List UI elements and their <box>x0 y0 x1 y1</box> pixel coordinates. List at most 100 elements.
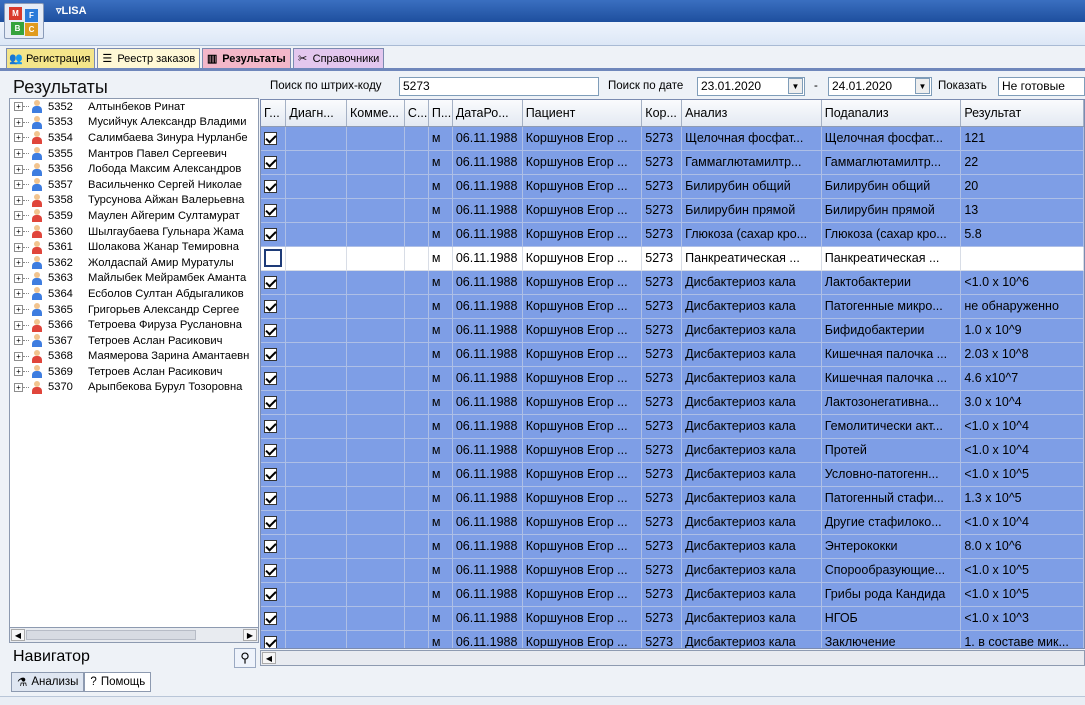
cell-code[interactable]: 5273 <box>641 462 683 487</box>
tree-horizontal-scrollbar[interactable]: ◀ ▶ <box>9 627 259 643</box>
cell-patient[interactable]: Коршунов Егор ... <box>522 582 643 607</box>
cell-empty[interactable] <box>346 366 405 391</box>
cell-analysis[interactable]: Щелочная фосфат... <box>681 126 822 151</box>
scroll-left-icon[interactable]: ◀ <box>11 629 25 641</box>
cell-patient[interactable]: Коршунов Егор ... <box>522 462 643 487</box>
cell-patient[interactable]: Коршунов Егор ... <box>522 414 643 439</box>
cell-empty[interactable] <box>346 318 405 343</box>
cell-empty[interactable] <box>285 150 348 175</box>
cell-empty[interactable] <box>285 510 348 535</box>
cell-empty[interactable] <box>404 222 429 247</box>
cell-result[interactable]: 5.8 <box>960 222 1084 247</box>
cell-dob[interactable]: 06.11.1988 <box>452 606 523 631</box>
cell-code[interactable]: 5273 <box>641 366 683 391</box>
column-header[interactable]: Кор... <box>641 100 683 127</box>
cell-sub[interactable]: Спорообразующие... <box>821 558 962 583</box>
cell-result[interactable]: 1.3 x 10^5 <box>960 486 1084 511</box>
cell-dob[interactable]: 06.11.1988 <box>452 294 523 319</box>
column-header[interactable]: Г... <box>261 100 287 127</box>
app-logo-button[interactable]: MFBC <box>4 3 44 39</box>
cell-analysis[interactable]: Дисбактериоз кала <box>681 390 822 415</box>
cell-empty[interactable] <box>285 438 348 463</box>
cell-analysis[interactable]: Дисбактериоз кала <box>681 510 822 535</box>
cell-empty[interactable] <box>404 486 429 511</box>
cell-analysis[interactable]: Билирубин общий <box>681 174 822 199</box>
table-row[interactable]: м 06.11.1988 Коршунов Егор ... 5273 Дисбакте… <box>261 270 1084 295</box>
row-checkbox-cell[interactable] <box>261 126 287 151</box>
navigator-search-icon[interactable]: ⚲ <box>234 648 256 668</box>
table-row[interactable]: м 06.11.1988 Коршунов Егор ... 5273 Дисбакте… <box>261 342 1084 367</box>
cell-sub[interactable]: Кишечная палочка ... <box>821 342 962 367</box>
cell-patient[interactable]: Коршунов Егор ... <box>522 606 643 631</box>
table-row[interactable]: м 06.11.1988 Коршунов Егор ... 5273 Панкреат… <box>261 246 1084 271</box>
expand-icon[interactable]: + <box>14 258 23 268</box>
patient-tree-item[interactable]: +5362 Жолдаспай Амир Муратулы <box>10 255 258 271</box>
cell-sex[interactable]: м <box>428 198 453 223</box>
cell-code[interactable]: 5273 <box>641 438 683 463</box>
cell-empty[interactable] <box>285 126 348 151</box>
cell-empty[interactable] <box>346 174 405 199</box>
cell-empty[interactable] <box>404 438 429 463</box>
cell-dob[interactable]: 06.11.1988 <box>452 438 523 463</box>
cell-result[interactable]: 1.0 x 10^9 <box>960 318 1084 343</box>
cell-patient[interactable]: Коршунов Егор ... <box>522 270 643 295</box>
cell-patient[interactable]: Коршунов Егор ... <box>522 438 643 463</box>
row-checkbox[interactable] <box>264 324 277 338</box>
show-filter-select[interactable]: Не готовые <box>998 77 1085 96</box>
cell-sub[interactable]: Заключение <box>821 630 962 648</box>
cell-patient[interactable]: Коршунов Егор ... <box>522 630 643 648</box>
table-row[interactable]: м 06.11.1988 Коршунов Егор ... 5273 Дисбакте… <box>261 318 1084 343</box>
cell-code[interactable]: 5273 <box>641 630 683 648</box>
cell-code[interactable]: 5273 <box>641 558 683 583</box>
cell-result[interactable]: <1.0 x 10^4 <box>960 510 1084 535</box>
cell-sub[interactable]: НГОБ <box>821 606 962 631</box>
cell-sub[interactable]: Энтерококки <box>821 534 962 559</box>
column-header[interactable]: ДатаРо... <box>452 100 523 127</box>
cell-empty[interactable] <box>346 438 405 463</box>
cell-result[interactable]: 22 <box>960 150 1084 175</box>
expand-icon[interactable]: + <box>14 382 23 392</box>
cell-sub[interactable]: Панкреатическая ... <box>821 246 962 271</box>
cell-empty[interactable] <box>404 270 429 295</box>
row-checkbox[interactable] <box>264 612 277 626</box>
cell-analysis[interactable]: Дисбактериоз кала <box>681 558 822 583</box>
nav-tab-analyses[interactable]: ⚗ Анализы <box>11 672 85 692</box>
cell-empty[interactable] <box>404 510 429 535</box>
cell-sub[interactable]: Условно-патогенн... <box>821 462 962 487</box>
cell-sub[interactable]: Лактобактерии <box>821 270 962 295</box>
column-header[interactable]: Подanaлиз <box>821 100 962 127</box>
row-checkbox-cell[interactable] <box>261 414 287 439</box>
cell-empty[interactable] <box>404 174 429 199</box>
cell-code[interactable]: 5273 <box>641 246 683 271</box>
cell-empty[interactable] <box>346 414 405 439</box>
row-checkbox[interactable] <box>264 444 277 458</box>
column-header[interactable]: Результат <box>960 100 1084 127</box>
cell-empty[interactable] <box>346 534 405 559</box>
cell-dob[interactable]: 06.11.1988 <box>452 174 523 199</box>
cell-analysis[interactable]: Дисбактериоз кала <box>681 270 822 295</box>
row-checkbox[interactable] <box>264 468 277 482</box>
cell-dob[interactable]: 06.11.1988 <box>452 390 523 415</box>
table-row[interactable]: м 06.11.1988 Коршунов Егор ... 5273 Дисбакте… <box>261 438 1084 463</box>
cell-sex[interactable]: м <box>428 630 453 648</box>
cell-empty[interactable] <box>346 294 405 319</box>
cell-empty[interactable] <box>404 582 429 607</box>
cell-sex[interactable]: м <box>428 126 453 151</box>
table-row[interactable]: м 06.11.1988 Коршунов Егор ... 5273 Дисбакте… <box>261 366 1084 391</box>
cell-sex[interactable]: м <box>428 222 453 247</box>
date-to-dropdown-icon[interactable]: ▼ <box>915 78 930 94</box>
cell-sub[interactable]: Билирубин прямой <box>821 198 962 223</box>
cell-analysis[interactable]: Дисбактериоз кала <box>681 582 822 607</box>
cell-empty[interactable] <box>285 270 348 295</box>
table-row[interactable]: м 06.11.1988 Коршунов Егор ... 5273 Дисбакте… <box>261 510 1084 535</box>
table-row[interactable]: м 06.11.1988 Коршунов Егор ... 5273 Дисбакте… <box>261 534 1084 559</box>
cell-empty[interactable] <box>285 486 348 511</box>
cell-sub[interactable]: Гаммаглютамилтр... <box>821 150 962 175</box>
patient-tree-item[interactable]: +5361 Шолакова Жанар Темировна <box>10 239 258 255</box>
table-row[interactable]: м 06.11.1988 Коршунов Егор ... 5273 Дисбакте… <box>261 606 1084 631</box>
row-checkbox-cell[interactable] <box>261 246 287 271</box>
cell-sub[interactable]: Лактозонегативна... <box>821 390 962 415</box>
cell-result[interactable]: <1.0 x 10^5 <box>960 582 1084 607</box>
row-checkbox[interactable] <box>264 249 282 267</box>
row-checkbox-cell[interactable] <box>261 510 287 535</box>
